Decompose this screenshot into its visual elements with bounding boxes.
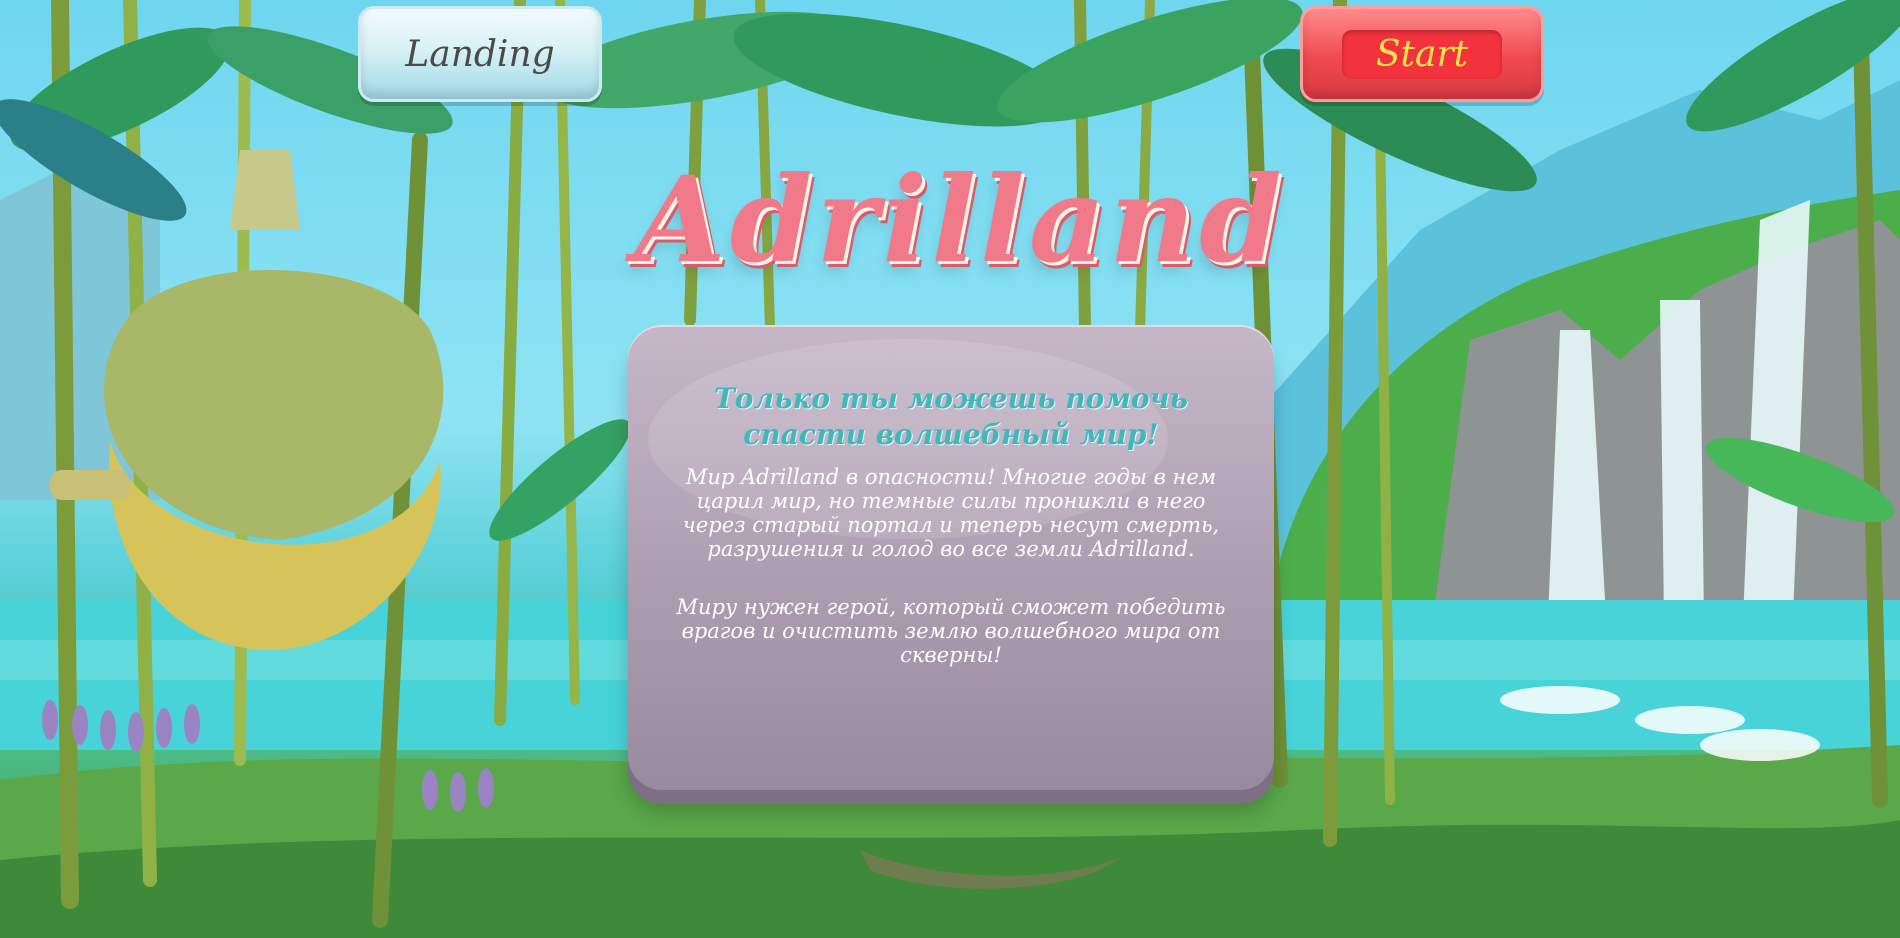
story-paragraph-2: Миру нужен герой, который сможет победит…: [676, 595, 1226, 667]
game-title: Adrilland: [634, 150, 1286, 289]
story-panel: Только ты можешь помочь спасти волшебный…: [628, 325, 1274, 790]
story-paragraph-1: Мир Adrilland в опасности! Многие годы в…: [682, 465, 1220, 561]
start-button[interactable]: Start: [1300, 6, 1544, 102]
start-button-label: Start: [1341, 29, 1503, 79]
landing-button-label: Landing: [405, 33, 555, 75]
landing-button[interactable]: Landing: [358, 6, 602, 102]
panel-heading: Только ты можешь помочь спасти волшебный…: [713, 382, 1189, 451]
